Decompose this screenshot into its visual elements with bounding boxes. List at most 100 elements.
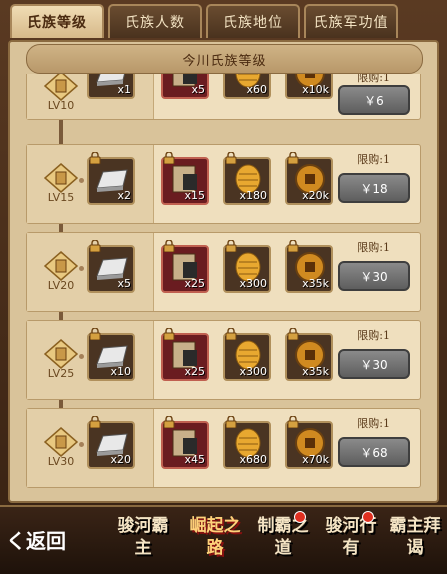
- reward-item[interactable]: x35k: [285, 245, 333, 293]
- back-button[interactable]: く返回: [6, 521, 76, 557]
- item-quantity: x10k: [302, 83, 329, 96]
- reward-item[interactable]: x5: [161, 74, 209, 99]
- reward-row: LV10 x1 x5 x60 x10k 限购:1 ￥6: [26, 74, 421, 120]
- reward-item[interactable]: x70k: [285, 421, 333, 469]
- lock-icon: [225, 413, 237, 429]
- item-quantity: x35k: [302, 277, 329, 290]
- nav-item-3[interactable]: 骏河行有: [320, 515, 382, 569]
- reward-list[interactable]: LV10 x1 x5 x60 x10k 限购:1 ￥6 LV15 x2 x15 x180 x20k 限购…: [26, 74, 421, 502]
- reward-item[interactable]: x10: [87, 333, 135, 381]
- reward-item[interactable]: x45: [161, 421, 209, 469]
- reward-item[interactable]: x300: [223, 245, 271, 293]
- lock-icon: [225, 325, 237, 341]
- lock-icon: [287, 237, 299, 253]
- reward-item[interactable]: x10k: [285, 74, 333, 99]
- lock-icon: [287, 413, 299, 429]
- item-quantity: x25: [184, 365, 205, 378]
- buy-button[interactable]: ￥30: [338, 261, 410, 291]
- item-quantity: x1: [117, 83, 131, 96]
- tab-clan-status[interactable]: 氏族地位: [206, 4, 300, 38]
- lock-icon: [163, 413, 175, 429]
- tab-clan-level[interactable]: 氏族等级: [10, 4, 104, 38]
- lock-icon: [163, 325, 175, 341]
- level-label: LV20: [47, 279, 75, 292]
- nav-item-0[interactable]: 骏河霸主: [112, 515, 174, 569]
- level-label: LV15: [47, 191, 75, 204]
- buy-button[interactable]: ￥18: [338, 173, 410, 203]
- connector-dot: [79, 266, 84, 271]
- reward-item[interactable]: x1: [87, 74, 135, 99]
- level-diamond-icon: [39, 339, 83, 369]
- level-diamond-icon: [39, 427, 83, 457]
- level-badge: LV25: [39, 339, 83, 389]
- item-quantity: x25: [184, 277, 205, 290]
- buy-button[interactable]: ￥6: [338, 85, 410, 115]
- reward-item[interactable]: x300: [223, 333, 271, 381]
- lock-icon: [225, 237, 237, 253]
- notification-badge: [294, 511, 306, 523]
- panel-title: 今川氏族等级: [26, 44, 423, 74]
- item-quantity: x60: [246, 83, 267, 96]
- item-quantity: x10: [110, 365, 131, 378]
- nav-item-2[interactable]: 制霸之道: [252, 515, 314, 569]
- item-quantity: x20k: [302, 189, 329, 202]
- level-badge: LV15: [39, 163, 83, 213]
- nav-item-1[interactable]: 崛起之路: [184, 515, 246, 569]
- level-diamond-icon: [39, 74, 83, 101]
- lock-icon: [287, 149, 299, 165]
- reward-item[interactable]: x680: [223, 421, 271, 469]
- tab-clan-merit[interactable]: 氏族军功值: [304, 4, 398, 38]
- lock-icon: [89, 413, 101, 429]
- connector-dot: [79, 354, 84, 359]
- notification-badge: [362, 511, 374, 523]
- lock-icon: [225, 149, 237, 165]
- reward-item[interactable]: x180: [223, 157, 271, 205]
- level-label: LV25: [47, 367, 75, 380]
- connector-dot: [79, 178, 84, 183]
- reward-item[interactable]: x25: [161, 245, 209, 293]
- level-badge: LV20: [39, 251, 83, 301]
- reward-item[interactable]: x25: [161, 333, 209, 381]
- item-quantity: x5: [191, 83, 205, 96]
- reward-row: LV15 x2 x15 x180 x20k 限购:1 ￥18: [26, 144, 421, 224]
- lock-icon: [89, 237, 101, 253]
- buy-button[interactable]: ￥68: [338, 437, 410, 467]
- connector-dot: [79, 442, 84, 447]
- nav-item-4[interactable]: 霸主拜谒: [388, 515, 442, 569]
- level-diamond-icon: [39, 251, 83, 281]
- item-quantity: x680: [239, 453, 267, 466]
- purchase-limit: 限购:1: [357, 153, 390, 166]
- level-label: LV30: [47, 455, 75, 468]
- reward-item[interactable]: x2: [87, 157, 135, 205]
- lock-icon: [89, 149, 101, 165]
- reward-item[interactable]: x20: [87, 421, 135, 469]
- reward-row: LV25 x10 x25 x300 x35k 限购:1 ￥30: [26, 320, 421, 400]
- tab-clan-members[interactable]: 氏族人数: [108, 4, 202, 38]
- bottom-nav: く返回 骏河霸主 崛起之路 制霸之道 骏河行有 霸主拜谒: [0, 505, 447, 574]
- reward-item[interactable]: x35k: [285, 333, 333, 381]
- lock-icon: [163, 237, 175, 253]
- buy-button[interactable]: ￥30: [338, 349, 410, 379]
- level-badge: LV30: [39, 427, 83, 477]
- item-quantity: x5: [117, 277, 131, 290]
- level-badge: LV10: [39, 74, 83, 121]
- reward-item[interactable]: x60: [223, 74, 271, 99]
- purchase-limit: 限购:1: [357, 329, 390, 342]
- level-diamond-icon: [39, 163, 83, 193]
- purchase-limit: 限购:1: [357, 241, 390, 254]
- reward-item[interactable]: x5: [87, 245, 135, 293]
- level-label: LV10: [47, 99, 75, 112]
- reward-item[interactable]: x15: [161, 157, 209, 205]
- reward-row: LV20 x5 x25 x300 x35k 限购:1 ￥30: [26, 232, 421, 312]
- item-quantity: x300: [239, 277, 267, 290]
- item-quantity: x35k: [302, 365, 329, 378]
- reward-item[interactable]: x20k: [285, 157, 333, 205]
- item-quantity: x45: [184, 453, 205, 466]
- item-quantity: x300: [239, 365, 267, 378]
- lock-icon: [287, 325, 299, 341]
- item-quantity: x180: [239, 189, 267, 202]
- purchase-limit: 限购:1: [357, 74, 390, 84]
- item-quantity: x70k: [302, 453, 329, 466]
- item-quantity: x20: [110, 453, 131, 466]
- lock-icon: [89, 325, 101, 341]
